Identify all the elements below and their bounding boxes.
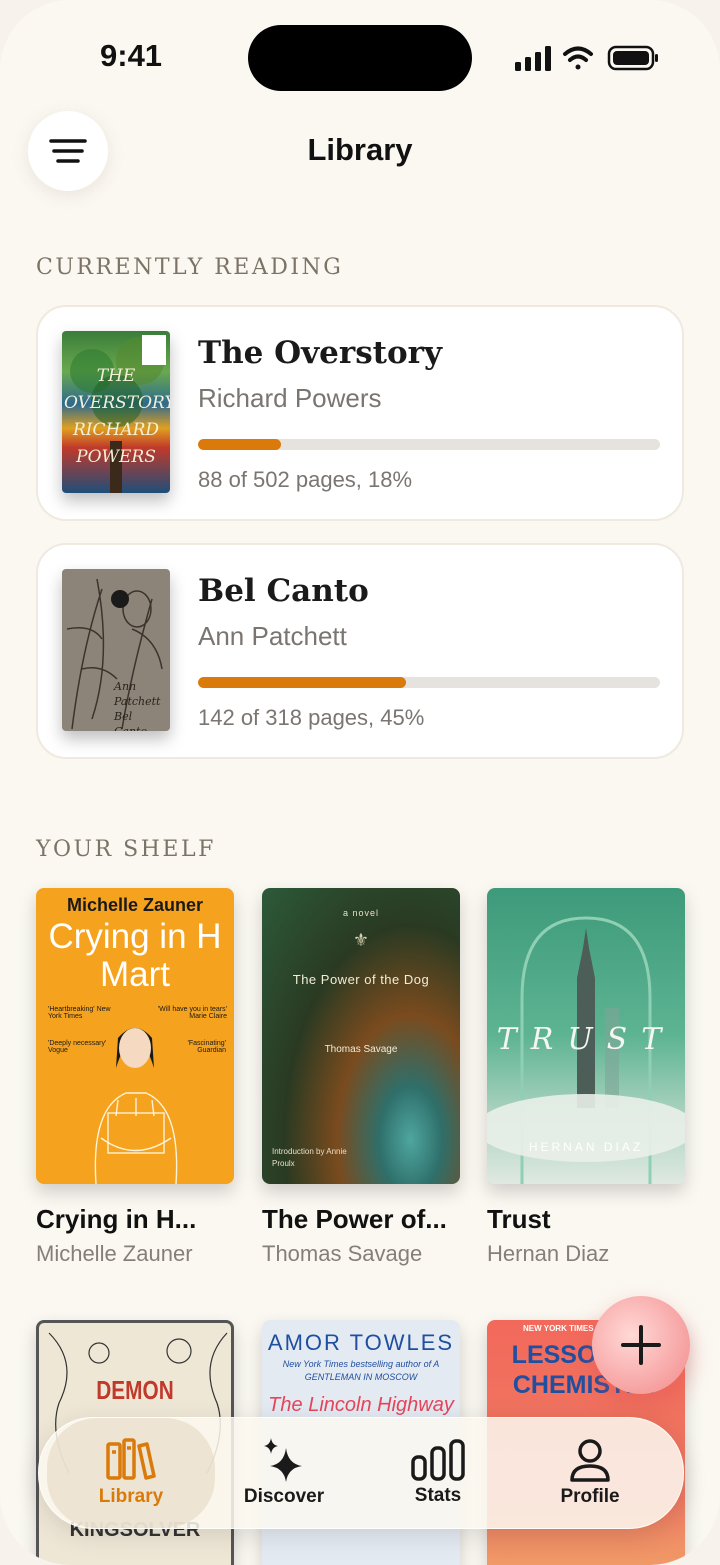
cover-note: Introduction by Annie Proulx — [272, 1147, 347, 1168]
reading-progress-bar — [198, 677, 660, 688]
cover-subtitle: New York Times bestselling author of A G… — [282, 1359, 440, 1382]
books-icon — [106, 1438, 156, 1480]
signal-icon — [515, 46, 551, 71]
cover-text: THE OVERSTORY RICHARD POWERS — [64, 366, 170, 467]
book-title: The Power of... — [262, 1204, 447, 1234]
cover-author: HERNAN DIAZ — [528, 1140, 644, 1154]
status-icons — [515, 45, 658, 71]
sparkle-icon — [264, 1438, 302, 1482]
book-author: Hernan Diaz — [487, 1241, 610, 1266]
battery-icon — [607, 45, 658, 71]
tab-stats[interactable]: Stats — [363, 1418, 513, 1528]
tab-label: Stats — [414, 1485, 462, 1506]
book-author: Richard Powers — [198, 383, 382, 413]
book-title: Crying in H... — [36, 1204, 197, 1234]
book-cover: Michelle Zauner Crying in H Mart 'Heartb… — [36, 888, 234, 1184]
book-cover: a novel ⚜ The Power of the Dog Thomas Sa… — [262, 888, 460, 1184]
cover-author: AMOR TOWLES — [267, 1330, 455, 1355]
reading-progress-bar — [198, 439, 660, 450]
girl-illustration — [94, 1028, 178, 1184]
tab-profile[interactable]: Profile — [515, 1418, 665, 1528]
tab-label: Profile — [560, 1486, 620, 1507]
book-author: Ann Patchett — [198, 621, 347, 651]
cover-kicker: a novel — [342, 908, 380, 918]
status-time: 9:41 — [100, 38, 163, 73]
cover-kicker: NEW YORK TIMES — [523, 1324, 594, 1333]
book-title: Bel Canto — [198, 573, 369, 609]
plus-icon — [621, 1325, 661, 1365]
tab-discover[interactable]: Discover — [209, 1418, 359, 1528]
currently-reading-label: CURRENTLY READING — [36, 255, 344, 280]
book-cover: THE OVERSTORY RICHARD POWERS — [62, 331, 170, 493]
add-book-button[interactable] — [592, 1296, 690, 1394]
pages-read: 142 of 318 pages, 45% — [198, 705, 425, 730]
cover-title: The Power of the Dog — [292, 972, 430, 987]
book-cover: TRUST HERNAN DIAZ — [487, 888, 685, 1184]
tab-label: Library — [98, 1486, 164, 1507]
tab-bar: Library Discover Stats Profile — [38, 1417, 684, 1529]
page-title: Library — [307, 132, 413, 167]
bars-icon — [411, 1439, 465, 1481]
tab-library[interactable]: Library — [47, 1418, 215, 1528]
book-author: Thomas Savage — [262, 1241, 423, 1266]
cover-title: The Lincoln Highway — [268, 1394, 454, 1416]
person-icon — [570, 1439, 610, 1482]
app-screen: 9:41 Library CURRENTLY READING THE OVERS… — [0, 0, 720, 1565]
cover-author: Thomas Savage — [324, 1044, 398, 1055]
cover-text: Ann Patchett Bel Canto — [114, 680, 161, 731]
book-cover: Ann Patchett Bel Canto — [62, 569, 170, 731]
dynamic-island — [248, 25, 472, 91]
tab-label: Discover — [243, 1486, 325, 1507]
cover-title: DEMON — [96, 1375, 174, 1405]
wifi-icon — [563, 46, 593, 70]
book-title: Trust — [487, 1204, 551, 1234]
reading-card-bel-canto[interactable]: Ann Patchett Bel Canto Bel Canto Ann Pat… — [36, 543, 684, 759]
your-shelf-label: YOUR SHELF — [36, 837, 216, 862]
ornament-icon: ⚜ — [352, 930, 370, 950]
reading-card-overstory[interactable]: THE OVERSTORY RICHARD POWERS The Oversto… — [36, 305, 684, 521]
shelf-book-crying-in-h-mart[interactable]: Michelle Zauner Crying in H Mart 'Heartb… — [36, 888, 234, 1267]
cover-title: TRUST — [496, 1022, 676, 1057]
progress-fill — [198, 439, 282, 450]
shelf-book-trust[interactable]: TRUST HERNAN DIAZ Trust Hernan Diaz — [487, 888, 685, 1267]
book-author: Michelle Zauner — [36, 1241, 193, 1266]
pages-read: 88 of 502 pages, 18% — [198, 467, 413, 492]
progress-fill — [198, 677, 406, 688]
shelf-book-power-of-the-dog[interactable]: a novel ⚜ The Power of the Dog Thomas Sa… — [262, 888, 460, 1267]
book-title: The Overstory — [198, 335, 442, 371]
